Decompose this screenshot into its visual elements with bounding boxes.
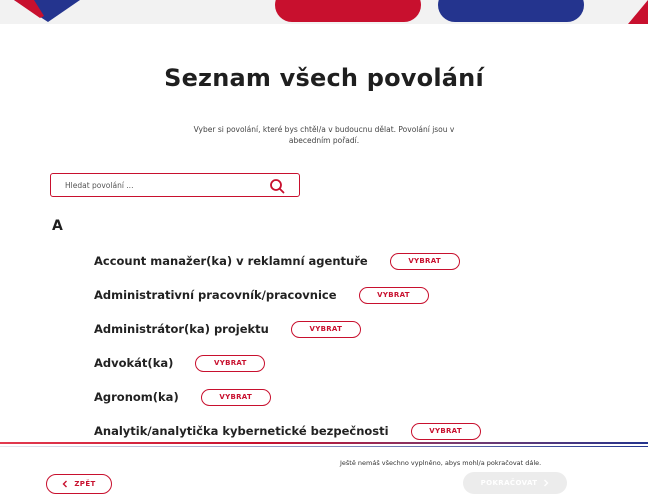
validation-message: Ještě nemáš všechno vyplněno, abys mohl/… [340,459,542,467]
select-button[interactable]: VYBRAT [389,252,460,270]
footer-bar: Ještě nemáš všechno vyplněno, abys mohl/… [0,442,648,494]
chevron-left-icon [62,480,68,488]
search-input[interactable] [65,178,255,193]
select-button[interactable]: VYBRAT [200,388,271,406]
back-button[interactable]: ZPĚT [46,474,112,494]
profession-name: Administrativní pracovník/pracovnice [94,288,337,302]
profession-name: Analytik/analytička kybernetické bezpečn… [94,424,389,438]
profession-row: Account manažer(ka) v reklamní agentuře … [94,252,460,270]
profession-name: Advokát(ka) [94,356,174,370]
page-description: Vyber si povolání, které bys chtěl/a v b… [193,125,455,145]
search-icon[interactable] [269,178,285,194]
footer-divider-secondary [0,446,648,447]
profession-name: Account manažer(ka) v reklamní agentuře [94,254,368,268]
top-banner [0,0,648,24]
profession-name: Administrátor(ka) projektu [94,322,269,336]
banner-red-pill [275,0,421,22]
profession-row: Agronom(ka) VYBRAT [94,388,271,406]
profession-row: Administrativní pracovník/pracovnice VYB… [94,286,429,304]
search-box [50,173,300,197]
profession-row: Administrátor(ka) projektu VYBRAT [94,320,361,338]
select-button[interactable]: VYBRAT [195,354,266,372]
continue-button-label: POKRAČOVAT [480,479,538,487]
page-title: Seznam všech povolání [164,64,484,92]
banner-decoration [14,0,648,24]
select-button[interactable]: VYBRAT [410,422,481,440]
alphabet-letter-heading: A [52,218,63,234]
footer-divider [0,442,648,444]
back-button-label: ZPĚT [74,480,96,488]
continue-button[interactable]: POKRAČOVAT [463,472,567,494]
chevron-right-icon [544,479,549,487]
profession-name: Agronom(ka) [94,390,179,404]
banner-navy-pill [438,0,584,22]
select-button[interactable]: VYBRAT [290,320,361,338]
profession-row: Analytik/analytička kybernetické bezpečn… [94,422,481,440]
profession-row: Advokát(ka) VYBRAT [94,354,266,372]
banner-red-corner [628,0,648,24]
select-button[interactable]: VYBRAT [358,286,429,304]
